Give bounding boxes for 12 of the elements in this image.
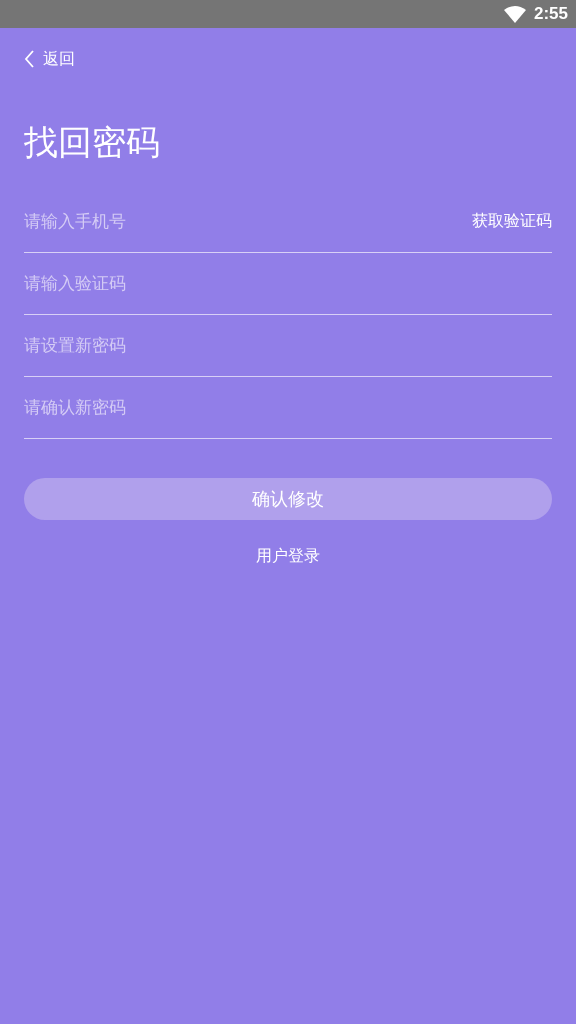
wifi-icon xyxy=(503,5,526,23)
page-title: 找回密码 xyxy=(24,122,161,163)
get-code-button[interactable]: 获取验证码 xyxy=(472,209,552,234)
input-field[interactable]: 请确认新密码 xyxy=(24,394,552,421)
back-chevron-icon xyxy=(24,50,35,68)
input-field[interactable]: 请输入手机号 xyxy=(24,208,472,235)
input-field[interactable]: 请设置新密码 xyxy=(24,332,552,359)
back-link[interactable]: 返回 xyxy=(24,47,75,71)
confirm-button[interactable]: 确认修改 xyxy=(24,477,552,520)
login-link[interactable]: 用户登录 xyxy=(256,545,320,565)
clock-time: 2:55 xyxy=(533,3,568,26)
input-field[interactable]: 请输入验证码 xyxy=(24,270,552,297)
